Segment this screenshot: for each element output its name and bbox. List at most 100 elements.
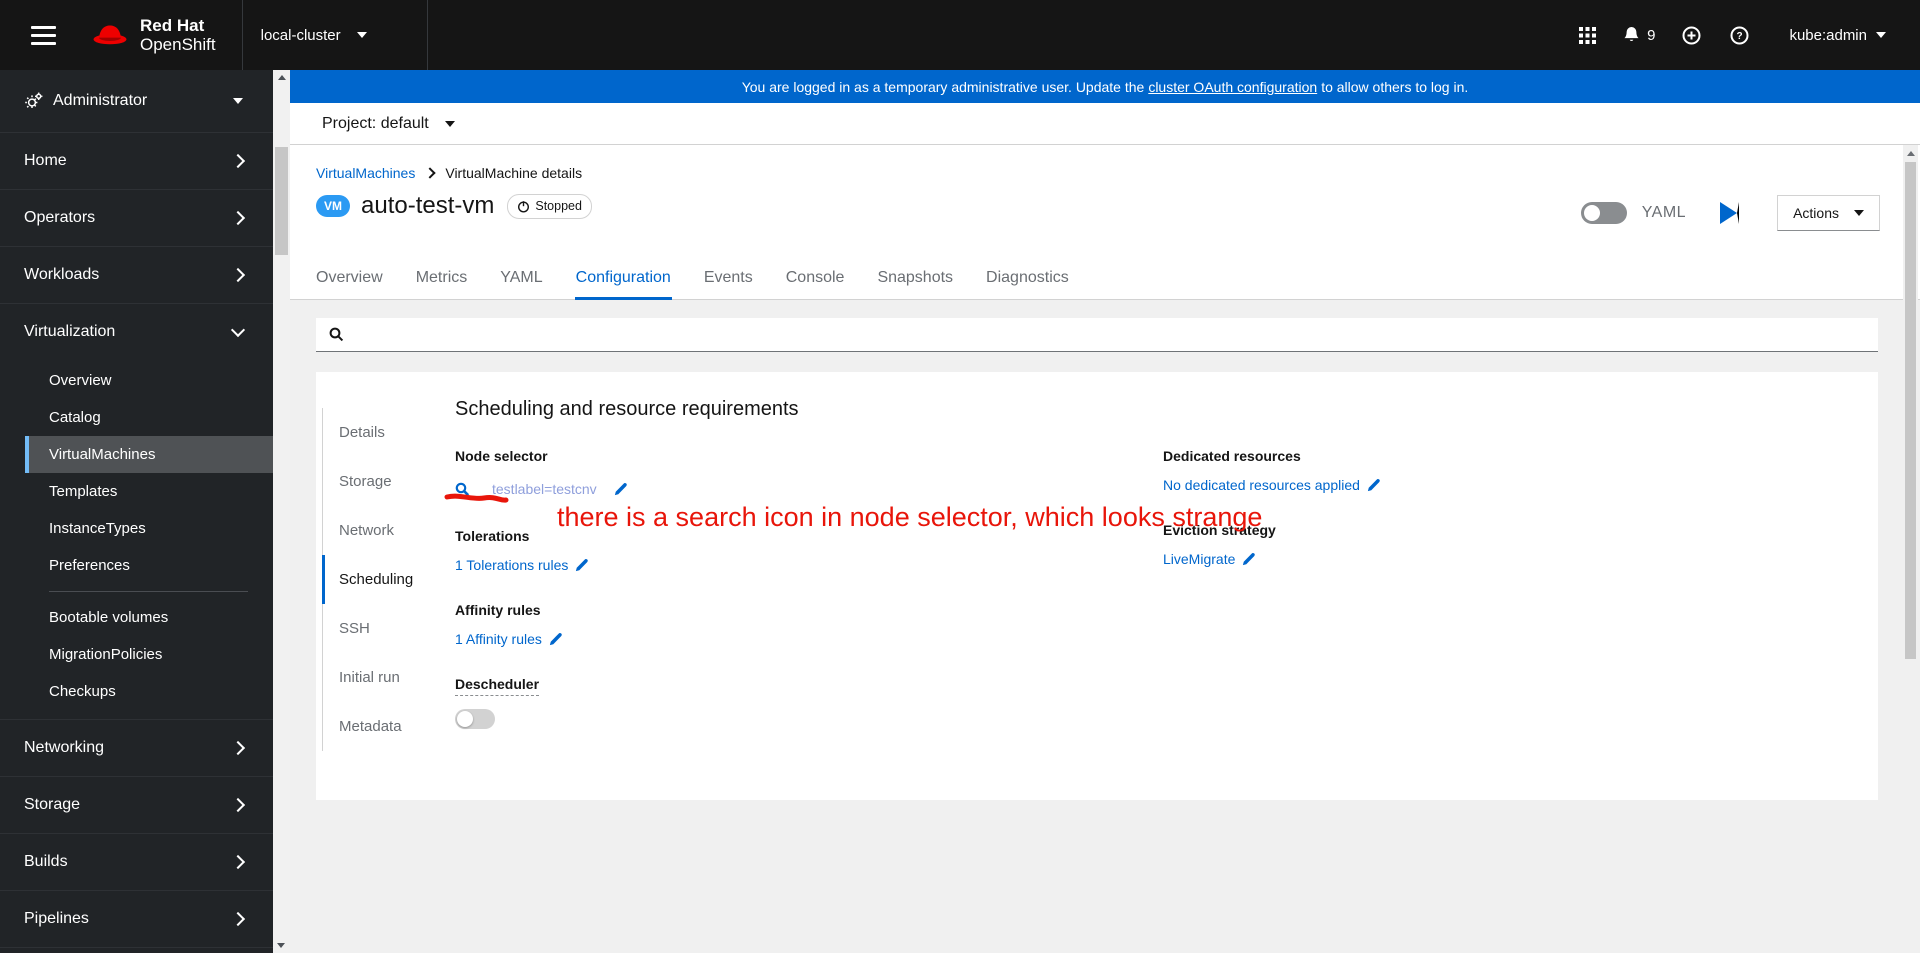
scroll-up-arrow-icon[interactable] <box>277 75 286 80</box>
sidebar-item-preferences[interactable]: Preferences <box>0 547 273 584</box>
tab-bar: Overview Metrics YAML Configuration Even… <box>290 256 1920 300</box>
content-scrollbar[interactable] <box>1903 145 1918 953</box>
subnav-item-initial-run[interactable]: Initial run <box>322 653 455 702</box>
sidebar-item-instancetypes[interactable]: InstanceTypes <box>0 510 273 547</box>
tolerations-edit-link[interactable]: 1 Tolerations rules <box>455 557 589 573</box>
scroll-down-arrow-icon[interactable] <box>277 943 285 948</box>
sidebar-item-operators[interactable]: Operators <box>0 189 273 246</box>
actions-dropdown[interactable]: Actions <box>1777 195 1880 231</box>
project-selector[interactable]: Project: default <box>316 114 461 134</box>
title-row: VM auto-test-vm Stopped <box>316 192 592 220</box>
subnav-item-metadata[interactable]: Metadata <box>322 702 455 751</box>
tab-events[interactable]: Events <box>704 256 753 299</box>
app-launcher-button[interactable] <box>1563 11 1611 59</box>
tab-metrics[interactable]: Metrics <box>416 256 468 299</box>
notifications-button[interactable]: 9 <box>1611 11 1667 59</box>
chevron-right-icon <box>230 740 246 756</box>
bell-icon <box>1623 26 1640 44</box>
chevron-right-icon <box>230 797 246 813</box>
chevron-down-icon <box>356 32 367 38</box>
project-bar: Project: default <box>290 103 1920 145</box>
screen: Red Hat OpenShift local-cluster 9 ? kube… <box>0 0 1920 953</box>
sidebar-scrollbar[interactable] <box>273 70 290 953</box>
chevron-right-icon <box>230 153 246 169</box>
descheduler-label: Descheduler <box>455 676 540 696</box>
sidebar-item-catalog[interactable]: Catalog <box>0 399 273 436</box>
scroll-up-arrow-icon[interactable] <box>1906 151 1915 156</box>
scrollbar-thumb[interactable] <box>275 147 288 255</box>
tab-diagnostics[interactable]: Diagnostics <box>986 256 1069 299</box>
start-vm-button[interactable] <box>1720 202 1740 224</box>
sidebar-item-home[interactable]: Home <box>0 132 273 189</box>
subnav-item-scheduling[interactable]: Scheduling <box>322 555 455 604</box>
subnav-item-details[interactable]: Details <box>322 408 455 457</box>
tab-console[interactable]: Console <box>786 256 845 299</box>
sidebar-item-templates[interactable]: Templates <box>0 473 273 510</box>
eviction-strategy-field: Eviction strategy LiveMigrate <box>1163 522 1838 569</box>
tab-yaml[interactable]: YAML <box>500 256 542 299</box>
oauth-configuration-link[interactable]: cluster OAuth configuration <box>1148 79 1317 95</box>
subnav-item-network[interactable]: Network <box>322 506 455 555</box>
vm-kind-badge: VM <box>316 195 350 217</box>
dedicated-resources-field: Dedicated resources No dedicated resourc… <box>1163 448 1838 495</box>
cluster-name: local-cluster <box>260 26 341 44</box>
submenu-divider <box>49 591 248 592</box>
configuration-filter-input[interactable] <box>354 317 1878 352</box>
tolerations-field: Tolerations 1 Tolerations rules <box>455 528 1163 575</box>
chevron-right-icon <box>230 911 246 927</box>
user-menu[interactable]: kube:admin <box>1783 26 1892 45</box>
cluster-selector[interactable]: local-cluster <box>243 0 401 70</box>
sidebar-item-migrationpolicies[interactable]: MigrationPolicies <box>0 636 273 673</box>
sidebar-item-virtualmachines[interactable]: VirtualMachines <box>25 436 273 473</box>
sidebar-item-builds[interactable]: Builds <box>0 833 273 890</box>
perspective-switcher[interactable]: Administrator <box>0 70 273 132</box>
power-off-icon <box>517 200 530 213</box>
project-label: Project: <box>322 114 377 132</box>
menu-toggle-button[interactable] <box>27 22 60 49</box>
sidebar-item-networking[interactable]: Networking <box>0 719 273 776</box>
left-column: Node selector testlabel=testcnv Tolerati… <box>455 448 1163 756</box>
descheduler-switch-knob <box>457 711 473 727</box>
sidebar-item-virtualization-overview[interactable]: Overview <box>0 362 273 399</box>
subnav-item-ssh[interactable]: SSH <box>322 604 455 653</box>
status-label: Stopped <box>535 199 582 213</box>
yaml-switch[interactable] <box>1580 202 1627 224</box>
sidebar-item-bootable-volumes[interactable]: Bootable volumes <box>0 599 273 636</box>
chevron-right-icon <box>230 210 246 226</box>
tab-snapshots[interactable]: Snapshots <box>877 256 953 299</box>
tab-overview[interactable]: Overview <box>316 256 383 299</box>
scheduling-content: Scheduling and resource requirements Nod… <box>455 372 1878 800</box>
chevron-down-icon <box>230 322 246 338</box>
banner-text-before: You are logged in as a temporary adminis… <box>741 78 1145 95</box>
import-button[interactable] <box>1667 11 1715 59</box>
scrollbar-thumb[interactable] <box>1905 162 1916 659</box>
brand-line2: OpenShift <box>140 35 216 54</box>
dedicated-resources-edit-link[interactable]: No dedicated resources applied <box>1163 477 1381 493</box>
sidebar: Administrator Home Operators Workloads V… <box>0 70 273 953</box>
sidebar-item-virtualization[interactable]: Virtualization <box>0 303 273 360</box>
header-controls: YAML Actions <box>1580 195 1880 231</box>
eviction-strategy-edit-link[interactable]: LiveMigrate <box>1163 551 1256 567</box>
descheduler-switch[interactable] <box>455 709 495 729</box>
help-button[interactable]: ? <box>1715 11 1763 59</box>
subnav-item-storage[interactable]: Storage <box>322 457 455 506</box>
affinity-edit-link[interactable]: 1 Affinity rules <box>455 631 563 647</box>
chevron-down-icon <box>444 120 455 127</box>
chevron-down-icon <box>233 98 243 104</box>
sidebar-item-storage[interactable]: Storage <box>0 776 273 833</box>
question-circle-icon: ? <box>1730 26 1749 45</box>
dedicated-resources-label: Dedicated resources <box>1163 448 1301 464</box>
chevron-right-icon <box>230 854 246 870</box>
pencil-edit-icon[interactable] <box>614 482 628 496</box>
masthead-divider <box>426 0 428 70</box>
breadcrumb-virtualmachines-link[interactable]: VirtualMachines <box>316 165 415 181</box>
plus-circle-icon <box>1682 26 1701 45</box>
sidebar-item-checkups[interactable]: Checkups <box>0 673 273 710</box>
tab-configuration[interactable]: Configuration <box>574 256 672 300</box>
sidebar-item-workloads[interactable]: Workloads <box>0 246 273 303</box>
redhat-openshift-logo: Red Hat OpenShift <box>90 16 216 54</box>
sidebar-item-pipelines[interactable]: Pipelines <box>0 890 273 948</box>
affinity-field: Affinity rules 1 Affinity rules <box>455 602 1163 649</box>
right-column: Dedicated resources No dedicated resourc… <box>1163 448 1838 756</box>
breadcrumb-current: VirtualMachine details <box>445 165 583 181</box>
